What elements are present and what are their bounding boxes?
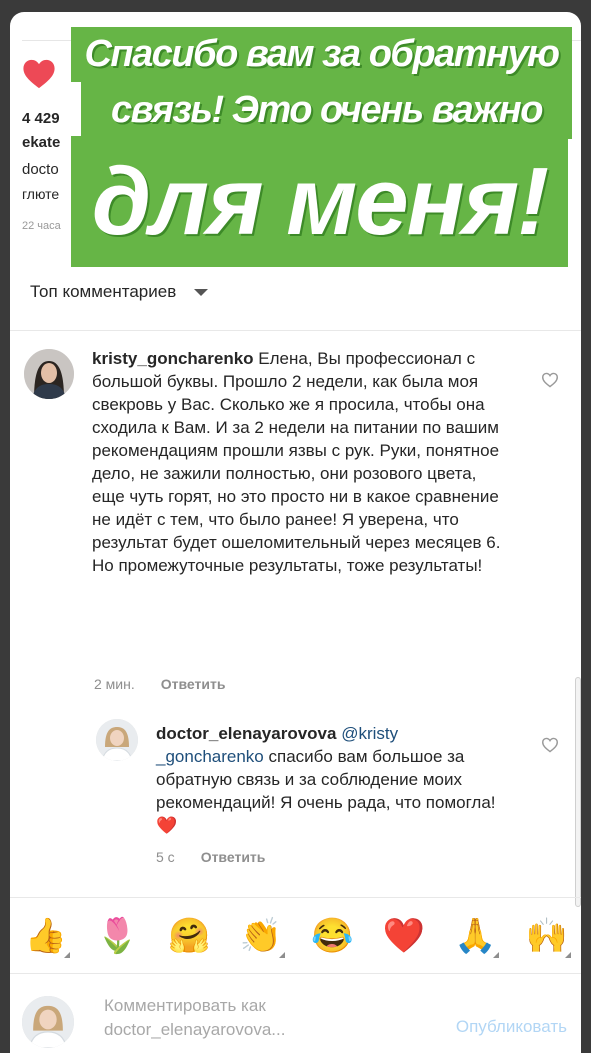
heart-outline-icon[interactable] [541,372,559,388]
story-text-line3: для меня! [91,147,549,255]
comment-username[interactable]: kristy_goncharenko [92,349,254,368]
story-banner-line3: для меня! [71,136,568,267]
publish-button[interactable]: Опубликовать [456,1017,567,1037]
comment-emoji: ❤️ [156,816,178,835]
sort-dropdown[interactable]: Топ комментариев [30,282,209,302]
post-timestamp: 22 часа [22,220,61,232]
tulip-emoji-button[interactable]: 🌷 [94,912,142,960]
corner-icon [493,951,500,958]
folded-hands-icon: 🙏 [454,916,497,955]
folded-hands-emoji-button[interactable]: 🙏 [451,912,500,960]
hugging-emoji-button[interactable]: 🤗 [165,912,213,960]
hugging-face-icon: 🤗 [167,916,211,955]
emoji-bar: 👍 🌷 🤗 👏 😂 ❤️ 🙏 🙌 [10,897,581,973]
comment-meta: 2 мин. Ответить [94,676,225,692]
thumbs-up-icon: 👍 [24,916,68,955]
thumbs-up-emoji-button[interactable]: 👍 [22,912,70,960]
story-banner-line2: связь! Это очень важно [81,82,572,139]
reply-button[interactable]: Ответить [161,676,226,692]
avatar-photo [96,719,138,761]
scrollbar[interactable] [575,677,581,907]
laughing-face-icon: 😂 [311,916,354,955]
comment-item: kristy_goncharenko Елена, Вы профессиона… [10,342,581,692]
tulip-icon: 🌷 [96,916,139,955]
comment-input-placeholder-line1: Комментировать как [104,996,266,1015]
comment-body: doctor_elenayarovova @kristy _goncharenk… [156,722,506,837]
heart-outline-icon[interactable] [541,737,559,753]
post-caption-line2: глюте [22,186,60,202]
comment-time: 2 мин. [94,676,135,692]
comment-body: kristy_goncharenko Елена, Вы профессиона… [92,347,512,577]
likes-count: 4 429 [22,110,60,127]
laughing-emoji-button[interactable]: 😂 [308,912,356,960]
reply-comment-item: doctor_elenayarovova @kristy _goncharenk… [10,712,581,882]
corner-icon [278,951,285,958]
sort-divider [10,330,581,331]
reply-button[interactable]: Ответить [201,849,266,865]
comment-input[interactable]: Комментировать как doctor_elenayarovova.… [104,994,404,1042]
corner-icon [64,951,70,958]
chevron-down-icon [194,288,209,296]
corner-icon [564,951,571,958]
avatar[interactable] [96,719,138,761]
comment-composer: Комментировать как doctor_elenayarovova.… [10,973,581,1053]
post-caption-line1: docto [22,161,59,178]
red-heart-icon: ❤️ [382,916,425,955]
raised-hands-emoji-button[interactable]: 🙌 [523,912,571,960]
avatar-photo [24,349,74,399]
clapping-emoji-button[interactable]: 👏 [237,912,285,960]
avatar-photo [22,996,74,1048]
sort-label: Топ комментариев [30,282,177,301]
post-author[interactable]: ekate [22,134,60,151]
comment-username[interactable]: doctor_elenayarovova [156,724,336,743]
raised-hands-icon: 🙌 [525,916,569,955]
story-banner-line1: Спасибо вам за обратную [71,27,572,82]
story-text-line2: связь! Это очень важно [111,89,543,131]
clapping-hands-icon: 👏 [239,916,282,955]
heart-icon[interactable] [22,58,56,90]
comment-input-placeholder-line2: doctor_elenayarovova... [104,1020,286,1039]
avatar [22,996,74,1048]
avatar[interactable] [24,349,74,399]
red-heart-emoji-button[interactable]: ❤️ [380,912,428,960]
comment-text: Елена, Вы профессионал с большой буквы. … [92,349,501,575]
instagram-comments-screen: 4 429 ekate docto глюте 22 часа Спасибо … [10,12,581,1053]
comment-time: 5 с [156,849,175,865]
story-text-line1: Спасибо вам за обратную [84,33,560,75]
comment-meta: 5 с Ответить [156,849,265,865]
